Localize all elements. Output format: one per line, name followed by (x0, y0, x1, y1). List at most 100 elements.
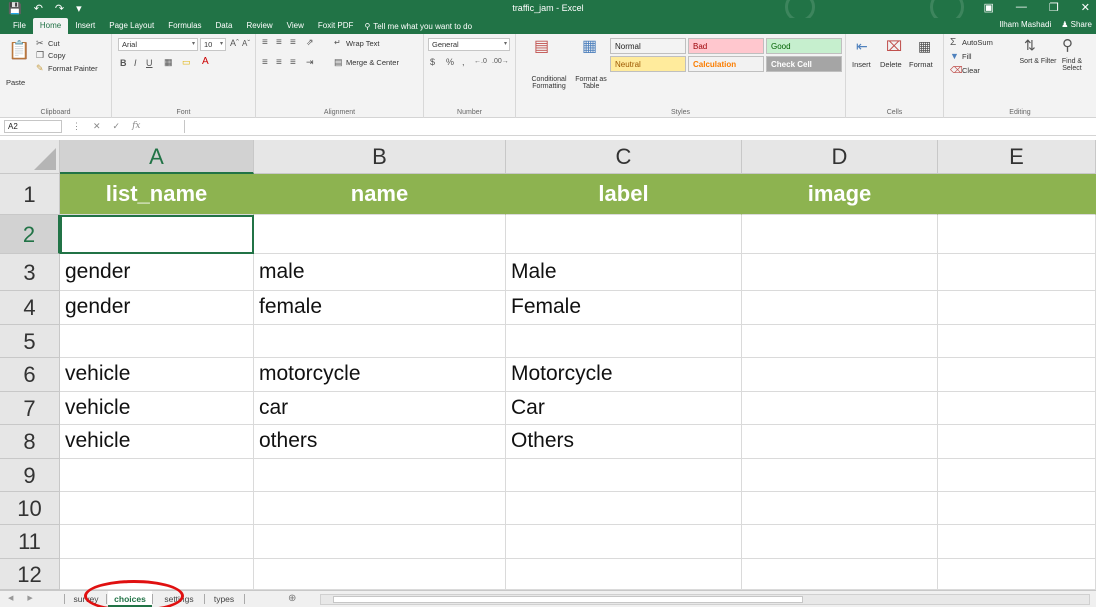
sheet-tab-types[interactable]: types (206, 591, 242, 607)
tab-data[interactable]: Data (209, 18, 240, 34)
bottom-align-icon[interactable]: ≡ (290, 37, 296, 48)
row-header[interactable]: 7 (0, 392, 60, 425)
formula-input[interactable] (184, 120, 1090, 133)
format-button[interactable]: Format (909, 60, 933, 69)
cell[interactable] (938, 492, 1096, 525)
header-cell[interactable] (938, 174, 1096, 215)
cell[interactable]: vehicle (60, 425, 254, 459)
header-cell[interactable]: label (506, 174, 742, 215)
row-header[interactable]: 8 (0, 425, 60, 459)
cell[interactable] (60, 525, 254, 559)
number-format-select[interactable]: General ▾ (428, 38, 510, 51)
cell[interactable]: vehicle (60, 358, 254, 392)
cell[interactable] (254, 525, 506, 559)
column-header-b[interactable]: B (254, 140, 506, 174)
underline-icon[interactable]: U (146, 58, 153, 68)
cell[interactable] (742, 392, 938, 425)
ribbon-display-icon[interactable]: ▣ (984, 1, 994, 14)
tab-review[interactable]: Review (239, 18, 279, 34)
middle-align-icon[interactable]: ≡ (276, 37, 282, 48)
cut-button[interactable]: Cut (48, 39, 60, 48)
cell[interactable] (938, 525, 1096, 559)
tab-insert[interactable]: Insert (68, 18, 102, 34)
cell[interactable]: Male (506, 254, 742, 291)
fill-button[interactable]: Fill (962, 52, 972, 61)
cell[interactable]: gender (60, 254, 254, 291)
cell[interactable] (742, 254, 938, 291)
sheet-tab-survey[interactable]: survey (66, 591, 106, 607)
user-name[interactable]: Ilham Mashadi (999, 20, 1051, 29)
cell[interactable]: Female (506, 291, 742, 325)
cell[interactable] (742, 425, 938, 459)
enter-icon[interactable]: ✓ (113, 121, 121, 132)
style-check-cell[interactable]: Check Cell (766, 56, 842, 72)
tab-home[interactable]: Home (32, 18, 69, 34)
select-all-button[interactable] (0, 140, 60, 174)
cell[interactable] (938, 215, 1096, 254)
cancel-icon[interactable]: ✕ (93, 121, 101, 132)
cell[interactable] (506, 325, 742, 358)
row-header[interactable]: 6 (0, 358, 60, 392)
insert-button[interactable]: Insert (852, 60, 871, 69)
cell[interactable]: vehicle (60, 392, 254, 425)
align-left-icon[interactable]: ≡ (262, 57, 268, 68)
format-painter-button[interactable]: Format Painter (48, 64, 98, 73)
header-cell[interactable]: name (254, 174, 506, 215)
align-center-icon[interactable]: ≡ (276, 57, 282, 68)
cell[interactable]: others (254, 425, 506, 459)
row-header[interactable]: 2 (0, 215, 60, 254)
fill-color-icon[interactable]: ▭ (182, 57, 191, 68)
italic-icon[interactable]: I (134, 58, 137, 68)
cell[interactable] (938, 559, 1096, 590)
row-header[interactable]: 12 (0, 559, 60, 590)
clear-button[interactable]: Clear (962, 66, 980, 75)
delete-button[interactable]: Delete (880, 60, 902, 69)
row-header[interactable]: 3 (0, 254, 60, 291)
share-button[interactable]: ♟ Share (1061, 20, 1092, 29)
orientation-icon[interactable]: ⇗ (306, 37, 314, 48)
cell[interactable] (506, 459, 742, 492)
percent-icon[interactable]: % (446, 57, 454, 67)
cell[interactable]: Car (506, 392, 742, 425)
font-color-icon[interactable]: A (202, 56, 209, 67)
increase-decimal-icon[interactable]: ←.0 (474, 58, 487, 65)
column-header-e[interactable]: E (938, 140, 1096, 174)
sheet-tab-choices[interactable]: choices (108, 591, 152, 607)
cell[interactable] (938, 291, 1096, 325)
cell[interactable] (938, 358, 1096, 392)
cell[interactable]: male (254, 254, 506, 291)
row-header[interactable]: 9 (0, 459, 60, 492)
conditional-formatting-button[interactable]: Conditional Formatting (520, 76, 578, 90)
format-as-table-button[interactable]: Format as Table (574, 76, 608, 90)
name-box[interactable]: A2 (4, 120, 62, 133)
add-sheet-icon[interactable]: ⊕ (288, 593, 296, 604)
copy-button[interactable]: Copy (48, 51, 66, 60)
style-good[interactable]: Good (766, 38, 842, 54)
tab-foxit-pdf[interactable]: Foxit PDF (311, 18, 361, 34)
cell[interactable] (254, 492, 506, 525)
header-cell[interactable]: list_name (60, 174, 254, 215)
style-neutral[interactable]: Neutral (610, 56, 686, 72)
top-align-icon[interactable]: ≡ (262, 37, 268, 48)
row-header[interactable]: 1 (0, 174, 60, 215)
shrink-font-icon[interactable]: Aˇ (242, 39, 250, 48)
maximize-icon[interactable]: ❐ (1049, 1, 1059, 14)
cell[interactable]: Others (506, 425, 742, 459)
cell[interactable] (254, 459, 506, 492)
sheet-tab-settings[interactable]: settings (154, 591, 204, 607)
find-select-button[interactable]: Find & Select (1052, 58, 1092, 72)
style-bad[interactable]: Bad (688, 38, 764, 54)
cell[interactable] (254, 559, 506, 590)
font-size-select[interactable]: 10 ▾ (200, 38, 226, 51)
cell[interactable] (60, 492, 254, 525)
column-header-c[interactable]: C (506, 140, 742, 174)
bold-icon[interactable]: B (120, 58, 127, 68)
cell[interactable] (506, 525, 742, 559)
horizontal-scrollbar[interactable] (320, 594, 1090, 605)
cell[interactable] (742, 525, 938, 559)
close-icon[interactable]: ✕ (1081, 1, 1090, 14)
column-header-d[interactable]: D (742, 140, 938, 174)
insert-function-icon[interactable]: fx (132, 121, 140, 132)
cell[interactable] (742, 358, 938, 392)
cell[interactable] (742, 492, 938, 525)
